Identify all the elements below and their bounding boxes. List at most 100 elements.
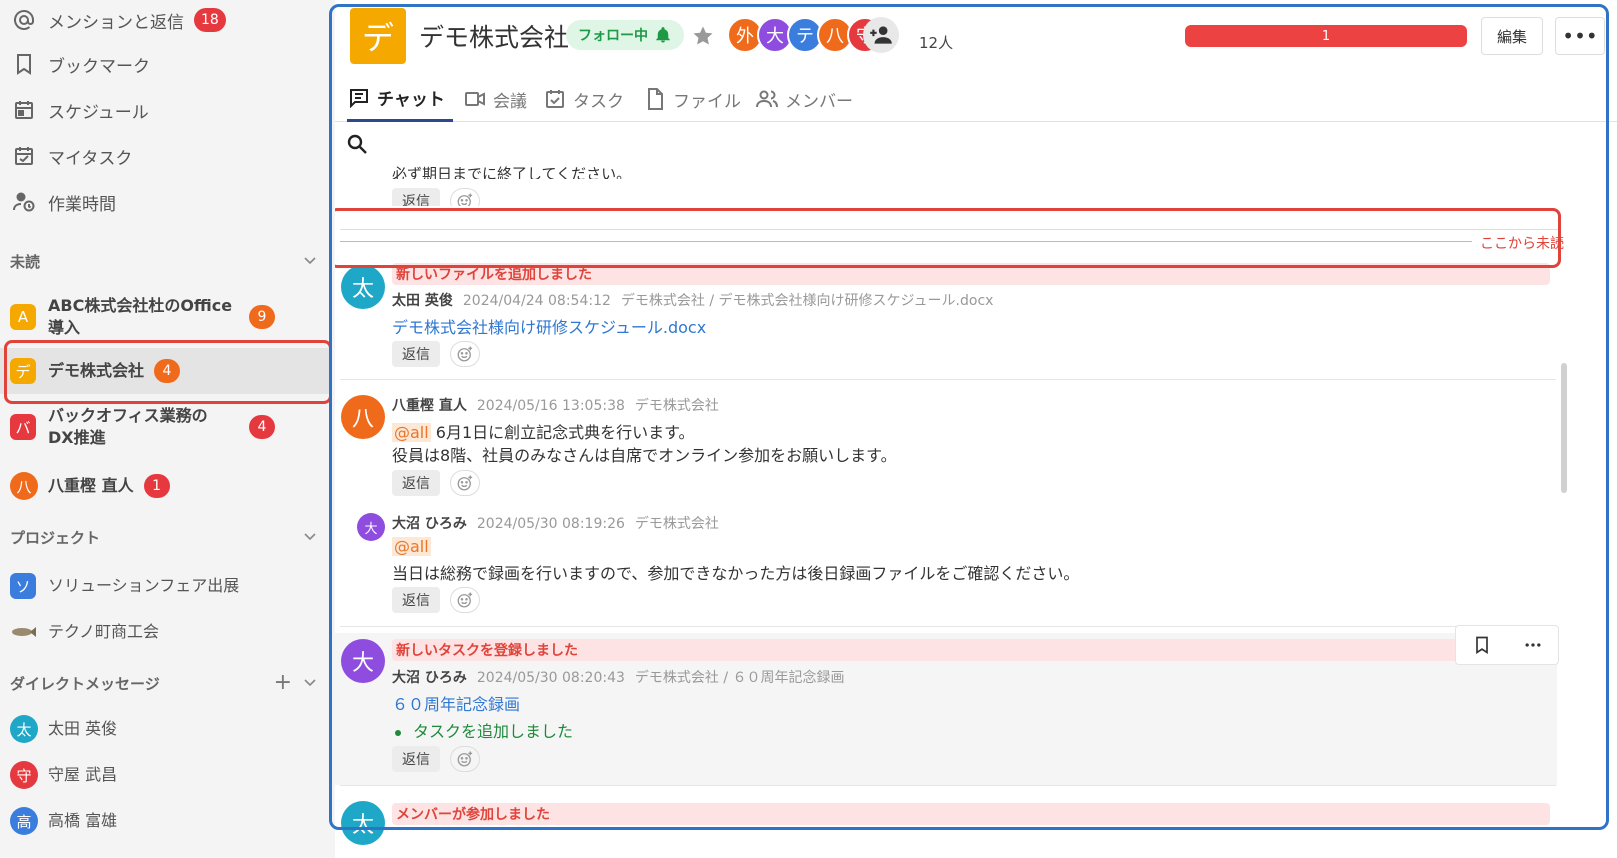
message-author[interactable]: 大沼 ひろみ	[392, 670, 467, 686]
user-avatar[interactable]: 大	[341, 639, 385, 683]
nav-my-tasks[interactable]: マイタスク	[0, 136, 330, 176]
member-avatars[interactable]: 外 大 テ 八 守	[727, 17, 883, 53]
channel-tabs: チャット 会議 タスク ファイル メンバー	[335, 76, 1617, 122]
dm-yaegashi[interactable]: 八 八重樫 直人 1	[0, 466, 330, 506]
member-count: 12人	[919, 34, 954, 52]
mention-all[interactable]: @all	[392, 423, 431, 442]
chat-icon	[350, 88, 368, 108]
reply-button[interactable]: 返信	[392, 188, 440, 206]
nav-work-time[interactable]: 作業時間	[0, 182, 330, 222]
mention-all[interactable]: @all	[392, 537, 431, 556]
tab-chat[interactable]: チャット	[347, 76, 453, 122]
bookmark-icon[interactable]	[1472, 635, 1492, 655]
chevron-down-icon	[304, 257, 316, 265]
message-author[interactable]: 八重樫 直人	[392, 398, 467, 414]
at-icon	[10, 6, 38, 34]
message-location[interactable]: デモ株式会社	[635, 398, 719, 414]
reply-button[interactable]: 返信	[392, 746, 440, 772]
tab-label: 会議	[493, 91, 527, 112]
nav-label: 作業時間	[48, 194, 116, 215]
add-reaction-button[interactable]	[450, 341, 480, 367]
message-actions: 返信	[392, 341, 480, 367]
section-dm[interactable]: ダイレクトメッセージ +	[10, 668, 330, 698]
user-avatar[interactable]: 太	[341, 801, 385, 845]
divider	[340, 379, 1556, 380]
message-item[interactable]: 八 八重樫 直人 2024/05/16 13:05:38 デモ株式会社 @all 6…	[335, 387, 1557, 502]
tab-meeting[interactable]: 会議	[463, 76, 527, 122]
notification-bar[interactable]: 1	[1185, 25, 1467, 47]
user-avatar[interactable]: 八	[341, 395, 385, 439]
dm-ota[interactable]: 太 太田 英俊	[0, 709, 330, 749]
message-item[interactable]: 太 新しいファイルを追加しました 太田 英俊 2024/04/24 08:54:1…	[335, 261, 1557, 379]
task-check-icon	[10, 142, 38, 170]
add-reaction-button[interactable]	[450, 470, 480, 496]
emoji-icon	[457, 475, 473, 491]
message-item[interactable]: 大 新しいタスクを登録しました 大沼 ひろみ 2024/05/30 08:20:4…	[335, 625, 1559, 785]
user-avatar[interactable]: 太	[341, 265, 385, 309]
tab-label: チャット	[377, 90, 445, 110]
follow-button[interactable]: フォロー中	[566, 20, 684, 50]
tab-task[interactable]: タスク	[543, 76, 624, 122]
add-member-button[interactable]	[863, 17, 899, 53]
channel-title: デモ株式会社	[419, 23, 570, 52]
section-title: ダイレクトメッセージ	[10, 674, 160, 693]
search-icon[interactable]	[345, 132, 369, 156]
channel-backoffice-dx[interactable]: バ バックオフィス業務のDX推進 4	[0, 404, 330, 450]
message-item[interactable]: 太 メンバーが参加しました	[335, 793, 1557, 858]
nav-mentions[interactable]: メンションと返信 18	[0, 0, 330, 40]
message-location[interactable]: デモ株式会社	[635, 516, 719, 532]
channel-demo[interactable]: デ デモ株式会社 4	[0, 348, 330, 394]
video-icon	[465, 92, 485, 106]
add-person-icon	[870, 26, 892, 44]
section-project[interactable]: プロジェクト	[10, 522, 330, 552]
user-avatar: 八	[10, 472, 38, 500]
add-reaction-button[interactable]	[450, 587, 480, 613]
dm-takahashi[interactable]: 高 高橋 富雄	[0, 801, 330, 841]
message-location[interactable]: デモ株式会社 / ６０周年記念録画	[635, 670, 845, 686]
reply-button[interactable]: 返信	[392, 341, 440, 367]
follow-label: フォロー中	[578, 28, 648, 44]
task-link[interactable]: ６０周年記念録画	[392, 691, 520, 715]
emoji-icon	[457, 346, 473, 362]
add-reaction-button[interactable]	[450, 746, 480, 772]
message-actions: 返信	[392, 746, 480, 772]
main-panel: デ デモ株式会社 フォロー中 外 大 テ 八 守 12人 1 編集 ••• チャ…	[335, 0, 1617, 858]
divider	[340, 229, 1560, 230]
tab-label: メンバー	[785, 91, 853, 112]
unread-badge: 1	[143, 474, 170, 498]
section-unread[interactable]: 未読	[10, 246, 330, 276]
dm-label: 守屋 武昌	[48, 765, 118, 784]
message-text: 必ず期日までに終了してください。	[392, 165, 632, 179]
message-item[interactable]: 大 大沼 ひろみ 2024/05/30 08:19:26 デモ株式会社 @all 当…	[335, 505, 1557, 625]
nav-bookmarks[interactable]: ブックマーク	[0, 44, 330, 84]
channel-icon: A	[10, 304, 36, 330]
add-reaction-button[interactable]	[450, 188, 480, 206]
more-horizontal-icon[interactable]	[1523, 635, 1543, 655]
reply-button[interactable]: 返信	[392, 470, 440, 496]
message-meta: 八重樫 直人 2024/05/16 13:05:38 デモ株式会社	[392, 395, 719, 415]
tab-file[interactable]: ファイル	[643, 76, 741, 122]
message-meta: 太田 英俊 2024/04/24 08:54:12 デモ株式会社 / デモ株式会社様…	[392, 290, 993, 310]
emoji-icon	[457, 751, 473, 767]
message-author[interactable]: 大沼 ひろみ	[392, 516, 467, 532]
section-title: 未読	[10, 252, 41, 271]
scrollbar[interactable]	[1561, 363, 1567, 493]
more-button[interactable]: •••	[1555, 17, 1605, 55]
message-author[interactable]: 太田 英俊	[392, 293, 453, 309]
edit-button[interactable]: 編集	[1481, 17, 1543, 55]
user-avatar[interactable]: 大	[357, 513, 385, 541]
channel-abc-office[interactable]: A ABC株式会社杜のOffice導入 9	[0, 294, 330, 340]
tab-members[interactable]: メンバー	[755, 76, 853, 122]
message-location[interactable]: デモ株式会社 / デモ株式会社様向け研修スケジュール.docx	[621, 293, 994, 309]
reply-button[interactable]: 返信	[392, 587, 440, 613]
nav-schedule[interactable]: スケジュール	[0, 90, 330, 130]
members-icon	[756, 90, 778, 108]
message-text: @all	[392, 537, 431, 556]
add-dm-button[interactable]: +	[274, 670, 292, 695]
file-link[interactable]: デモ株式会社様向け研修スケジュール.docx	[392, 314, 706, 338]
project-techno-town[interactable]: テクノ町商工会	[0, 612, 330, 652]
unread-badge: 4	[154, 359, 181, 383]
star-icon[interactable]	[691, 24, 715, 48]
project-solution-fair[interactable]: ソ ソリューションフェア出展	[0, 566, 330, 606]
dm-moriya[interactable]: 守 守屋 武昌	[0, 755, 330, 795]
